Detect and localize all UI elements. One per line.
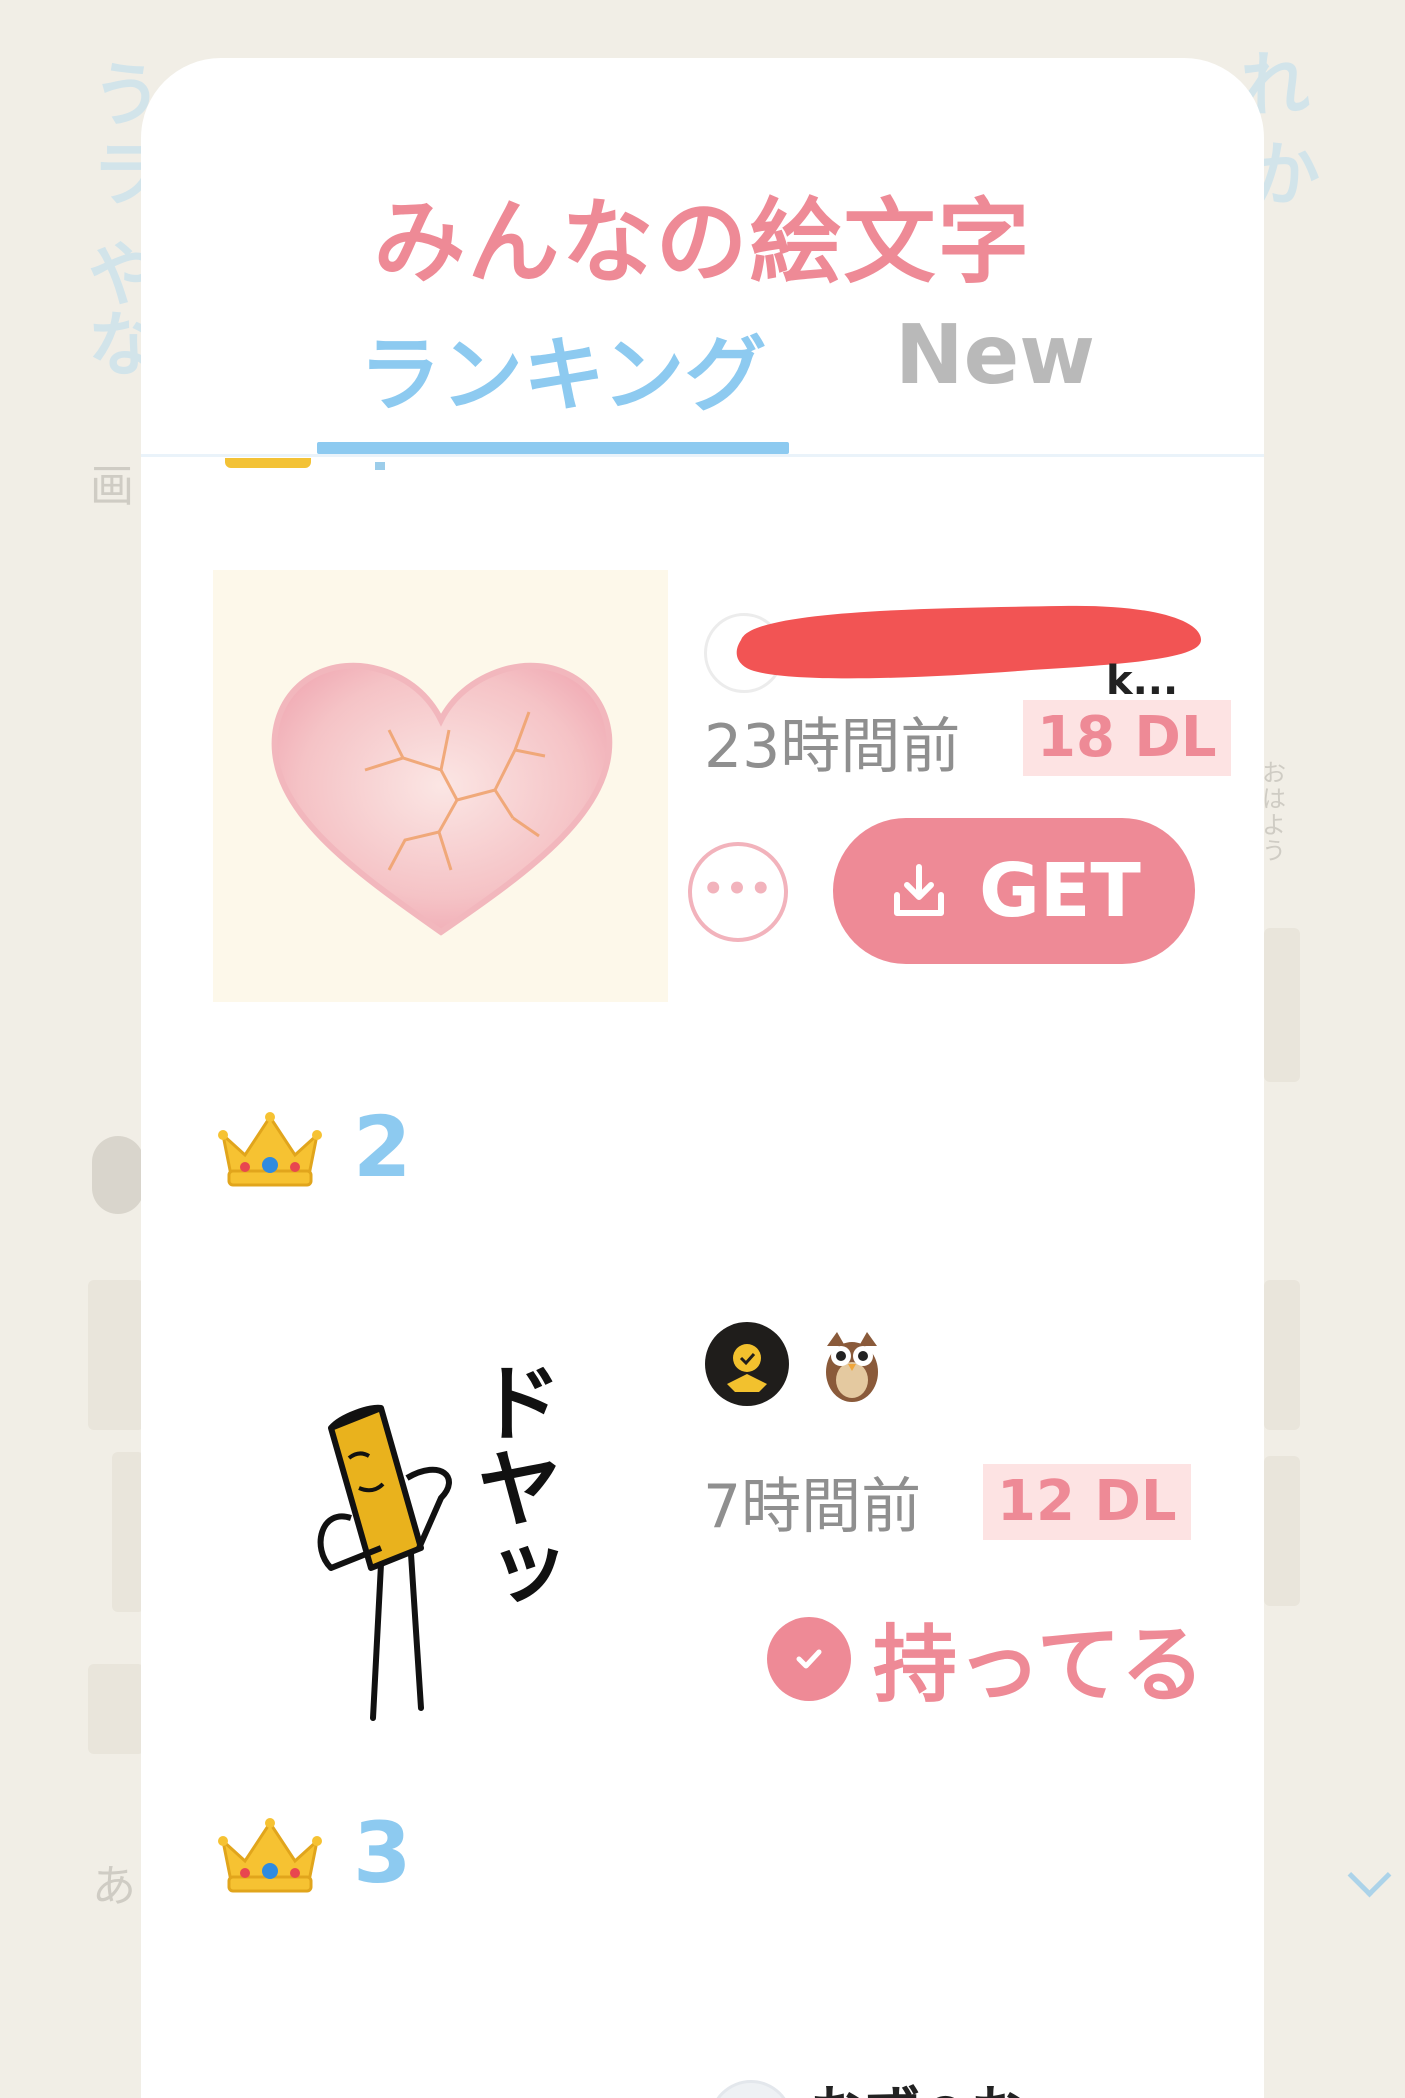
bg-tile (92, 1136, 144, 1214)
rank-number-peek (375, 462, 385, 470)
rank-header: 3 (217, 1804, 411, 1902)
get-button-label: GET (979, 848, 1141, 934)
author-name[interactable]: おず○おー (809, 2068, 1082, 2098)
download-icon (894, 864, 945, 916)
crown-icon (218, 1818, 322, 1893)
tab-divider (141, 454, 1264, 457)
check-circle-icon (767, 1616, 851, 1701)
get-button[interactable]: GET (833, 818, 1195, 964)
bg-tile (88, 1664, 144, 1754)
avatar-badge-icon (727, 1344, 767, 1392)
cracked-heart-image (271, 662, 613, 936)
bg-tile (1264, 928, 1300, 1082)
crown-icon (218, 1112, 322, 1187)
posted-time: 7時間前 (703, 1472, 922, 1542)
emoji-sheet: みんなの絵文字 ランキング New k... 23時間前 18 DL ••• G… (141, 58, 1264, 2098)
tab-new[interactable]: New (895, 308, 1095, 403)
bg-tile (88, 1280, 144, 1430)
bg-vertical-text: おはよう (1262, 759, 1286, 865)
more-options-button[interactable]: ••• (688, 842, 788, 942)
author-avatar[interactable] (705, 1322, 789, 1406)
emoji-thumbnail-cracked-heart[interactable] (213, 570, 668, 1002)
owl-icon (826, 1332, 878, 1402)
bg-tile (1264, 1456, 1300, 1606)
owned-status-label: 持ってる (873, 1616, 1205, 1714)
owned-status: 持ってる (767, 1598, 1205, 1719)
posted-time: 23時間前 (704, 712, 961, 782)
author-avatar[interactable] (709, 2080, 793, 2098)
sheet-title: みんなの絵文字 (373, 189, 1032, 296)
rank-number: 3 (353, 1804, 412, 1902)
bg-label: あ (92, 1861, 136, 1912)
ellipsis-icon: ••• (702, 869, 774, 909)
tab-ranking[interactable]: ランキング (359, 308, 767, 427)
download-count-badge: 18 DL (1023, 700, 1231, 776)
bg-tile (1264, 1280, 1300, 1430)
bg-label: 画 (90, 461, 134, 512)
author-name[interactable]: k... (1106, 658, 1178, 704)
bg-tile (112, 1452, 144, 1612)
download-count-badge: 12 DL (983, 1464, 1191, 1540)
image-caption: ドヤッ (461, 1358, 561, 1616)
rank-number: 2 (353, 1098, 412, 1196)
chevron-down-icon (1347, 1853, 1392, 1898)
rank-header: 2 (217, 1098, 411, 1196)
crown-icon (225, 458, 311, 468)
tab-active-indicator (317, 442, 789, 454)
